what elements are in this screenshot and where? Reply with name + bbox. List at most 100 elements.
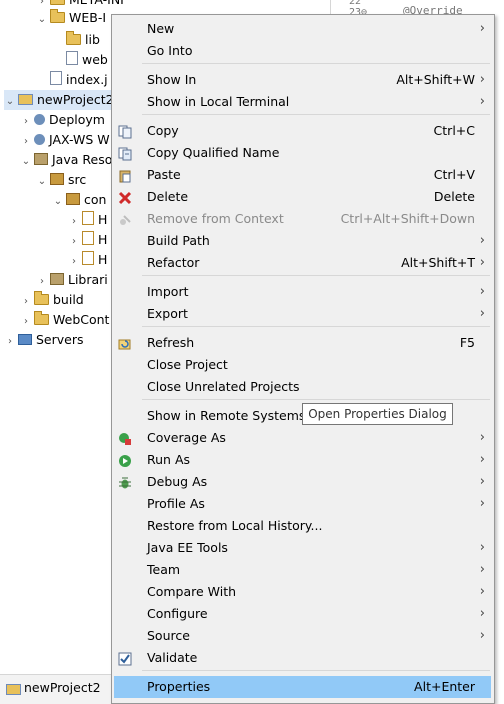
- submenu-arrow-icon: ›: [479, 306, 485, 321]
- collapsed-arrow-icon[interactable]: ›: [20, 132, 32, 152]
- menu-item-debug-as[interactable]: Debug As ›: [114, 471, 491, 493]
- menu-item-label: Debug As: [147, 474, 208, 489]
- tree-item[interactable]: › H: [68, 250, 112, 270]
- menu-item-compare-with[interactable]: Compare With ›: [114, 581, 491, 603]
- java-icon: [82, 251, 94, 265]
- tree-item[interactable]: › JAX-WS W: [20, 130, 112, 150]
- tree-item[interactable]: › build: [20, 290, 112, 310]
- menu-item-refactor[interactable]: Refactor Alt+Shift+T ›: [114, 252, 491, 274]
- menu-item-properties[interactable]: Properties Alt+Enter: [114, 676, 491, 698]
- tooltip: Open Properties Dialog: [302, 403, 453, 425]
- project-icon: [6, 684, 21, 695]
- menu-item-shortcut: Ctrl+C: [433, 123, 475, 138]
- tree-item[interactable]: ⌄ Java Reso: [20, 150, 113, 172]
- refresh-icon: [118, 336, 132, 350]
- collapsed-arrow-icon[interactable]: ›: [4, 332, 16, 352]
- menu-item-shortcut: F5: [459, 335, 475, 350]
- lib-icon: [50, 273, 64, 285]
- submenu-arrow-icon: ›: [479, 474, 485, 489]
- menu-separator: [142, 670, 490, 671]
- menu-item-go-into[interactable]: Go Into: [114, 40, 491, 62]
- paste-icon: [118, 168, 132, 183]
- tree-item[interactable]: web: [52, 50, 112, 70]
- tree-item-label: H: [98, 232, 108, 247]
- menu-item-profile-as[interactable]: Profile As ›: [114, 493, 491, 515]
- menu-item-show-in-local-terminal[interactable]: Show in Local Terminal ›: [114, 91, 491, 113]
- submenu-arrow-icon: ›: [479, 255, 485, 270]
- delete-icon: [118, 190, 132, 205]
- menu-item-delete[interactable]: Delete Delete: [114, 186, 491, 208]
- menu-item-import[interactable]: Import ›: [114, 281, 491, 303]
- expanded-arrow-icon[interactable]: ⌄: [36, 10, 48, 30]
- menu-item-team[interactable]: Team ›: [114, 559, 491, 581]
- remove-context-icon: [118, 212, 132, 226]
- tree-item[interactable]: › H: [68, 210, 112, 230]
- tree-item[interactable]: ⌄ con: [52, 190, 112, 210]
- tree-item[interactable]: › Librari: [36, 270, 112, 290]
- tree-item[interactable]: index.j: [36, 70, 112, 90]
- menu-item-copy-qualified-name[interactable]: Copy Qualified Name: [114, 142, 491, 164]
- expanded-arrow-icon[interactable]: ⌄: [4, 92, 16, 112]
- submenu-arrow-icon: ›: [479, 72, 485, 87]
- gear-icon: [34, 114, 45, 125]
- menu-separator: [142, 63, 490, 64]
- collapsed-arrow-icon[interactable]: ›: [68, 232, 80, 252]
- menu-item-configure[interactable]: Configure ›: [114, 603, 491, 625]
- menu-item-restore-from-local-history[interactable]: Restore from Local History...: [114, 515, 491, 537]
- pkg-icon: [50, 173, 64, 185]
- tree-item-label: H: [98, 252, 108, 267]
- menu-item-label: Configure: [147, 606, 208, 621]
- menu-item-run-as[interactable]: Run As ›: [114, 449, 491, 471]
- menu-separator: [142, 275, 490, 276]
- expanded-arrow-icon[interactable]: ⌄: [36, 172, 48, 192]
- menu-item-validate[interactable]: Validate: [114, 647, 491, 669]
- tree-item[interactable]: › Deploym: [20, 110, 112, 130]
- tree-item-label: WEB-I: [69, 10, 107, 25]
- tree-item[interactable]: › Servers: [4, 330, 112, 350]
- menu-item-shortcut: Ctrl+Alt+Shift+Down: [340, 211, 475, 226]
- menu-item-paste[interactable]: Paste Ctrl+V: [114, 164, 491, 186]
- collapsed-arrow-icon[interactable]: ›: [20, 312, 32, 332]
- menu-separator: [142, 326, 490, 327]
- menu-item-label: Validate: [147, 650, 198, 665]
- collapsed-arrow-icon[interactable]: ›: [20, 292, 32, 312]
- collapsed-arrow-icon[interactable]: ›: [36, 272, 48, 292]
- menu-item-new[interactable]: New ›: [114, 18, 491, 40]
- menu-item-shortcut: Ctrl+V: [433, 167, 475, 182]
- collapsed-arrow-icon[interactable]: ›: [68, 252, 80, 272]
- menu-item-export[interactable]: Export ›: [114, 303, 491, 325]
- menu-item-close-unrelated-projects[interactable]: Close Unrelated Projects: [114, 376, 491, 398]
- menu-item-copy[interactable]: Copy Ctrl+C: [114, 120, 491, 142]
- tree-item[interactable]: › WebCont: [20, 310, 112, 330]
- collapsed-arrow-icon[interactable]: ›: [20, 112, 32, 132]
- collapsed-arrow-icon[interactable]: ›: [68, 212, 80, 232]
- menu-item-label: Build Path: [147, 233, 210, 248]
- menu-item-source[interactable]: Source ›: [114, 625, 491, 647]
- menu-item-label: Source: [147, 628, 190, 643]
- submenu-arrow-icon: ›: [479, 628, 485, 643]
- menu-item-label: Run As: [147, 452, 191, 467]
- menu-item-close-project[interactable]: Close Project: [114, 354, 491, 376]
- menu-item-refresh[interactable]: Refresh F5: [114, 332, 491, 354]
- menu-item-build-path[interactable]: Build Path ›: [114, 230, 491, 252]
- java-icon: [82, 211, 94, 225]
- menu-item-label: Team: [147, 562, 181, 577]
- menu-item-show-in[interactable]: Show In Alt+Shift+W ›: [114, 69, 491, 91]
- tree-item[interactable]: ⌄ newProject2: [4, 90, 114, 112]
- menu-item-label: Refactor: [147, 255, 200, 270]
- folder-icon: [50, 9, 65, 23]
- tree-item-label: newProject2: [37, 92, 114, 107]
- tree-item-label: Servers: [36, 332, 84, 347]
- tree-item-label: build: [53, 292, 84, 307]
- tree-item[interactable]: ⌄ src: [36, 170, 112, 190]
- menu-item-java-ee-tools[interactable]: Java EE Tools ›: [114, 537, 491, 559]
- menu-item-shortcut: Delete: [433, 189, 475, 204]
- tree-item[interactable]: › H: [68, 230, 112, 250]
- menu-item-coverage-as[interactable]: Coverage As ›: [114, 427, 491, 449]
- tree-item[interactable]: ⌄ WEB-I: [36, 8, 112, 28]
- expanded-arrow-icon[interactable]: ⌄: [20, 152, 32, 172]
- tree-item[interactable]: lib: [52, 30, 112, 50]
- menu-item-label: Go Into: [147, 43, 193, 58]
- expanded-arrow-icon[interactable]: ⌄: [52, 192, 64, 212]
- tree-item-label: META-INF: [69, 0, 127, 7]
